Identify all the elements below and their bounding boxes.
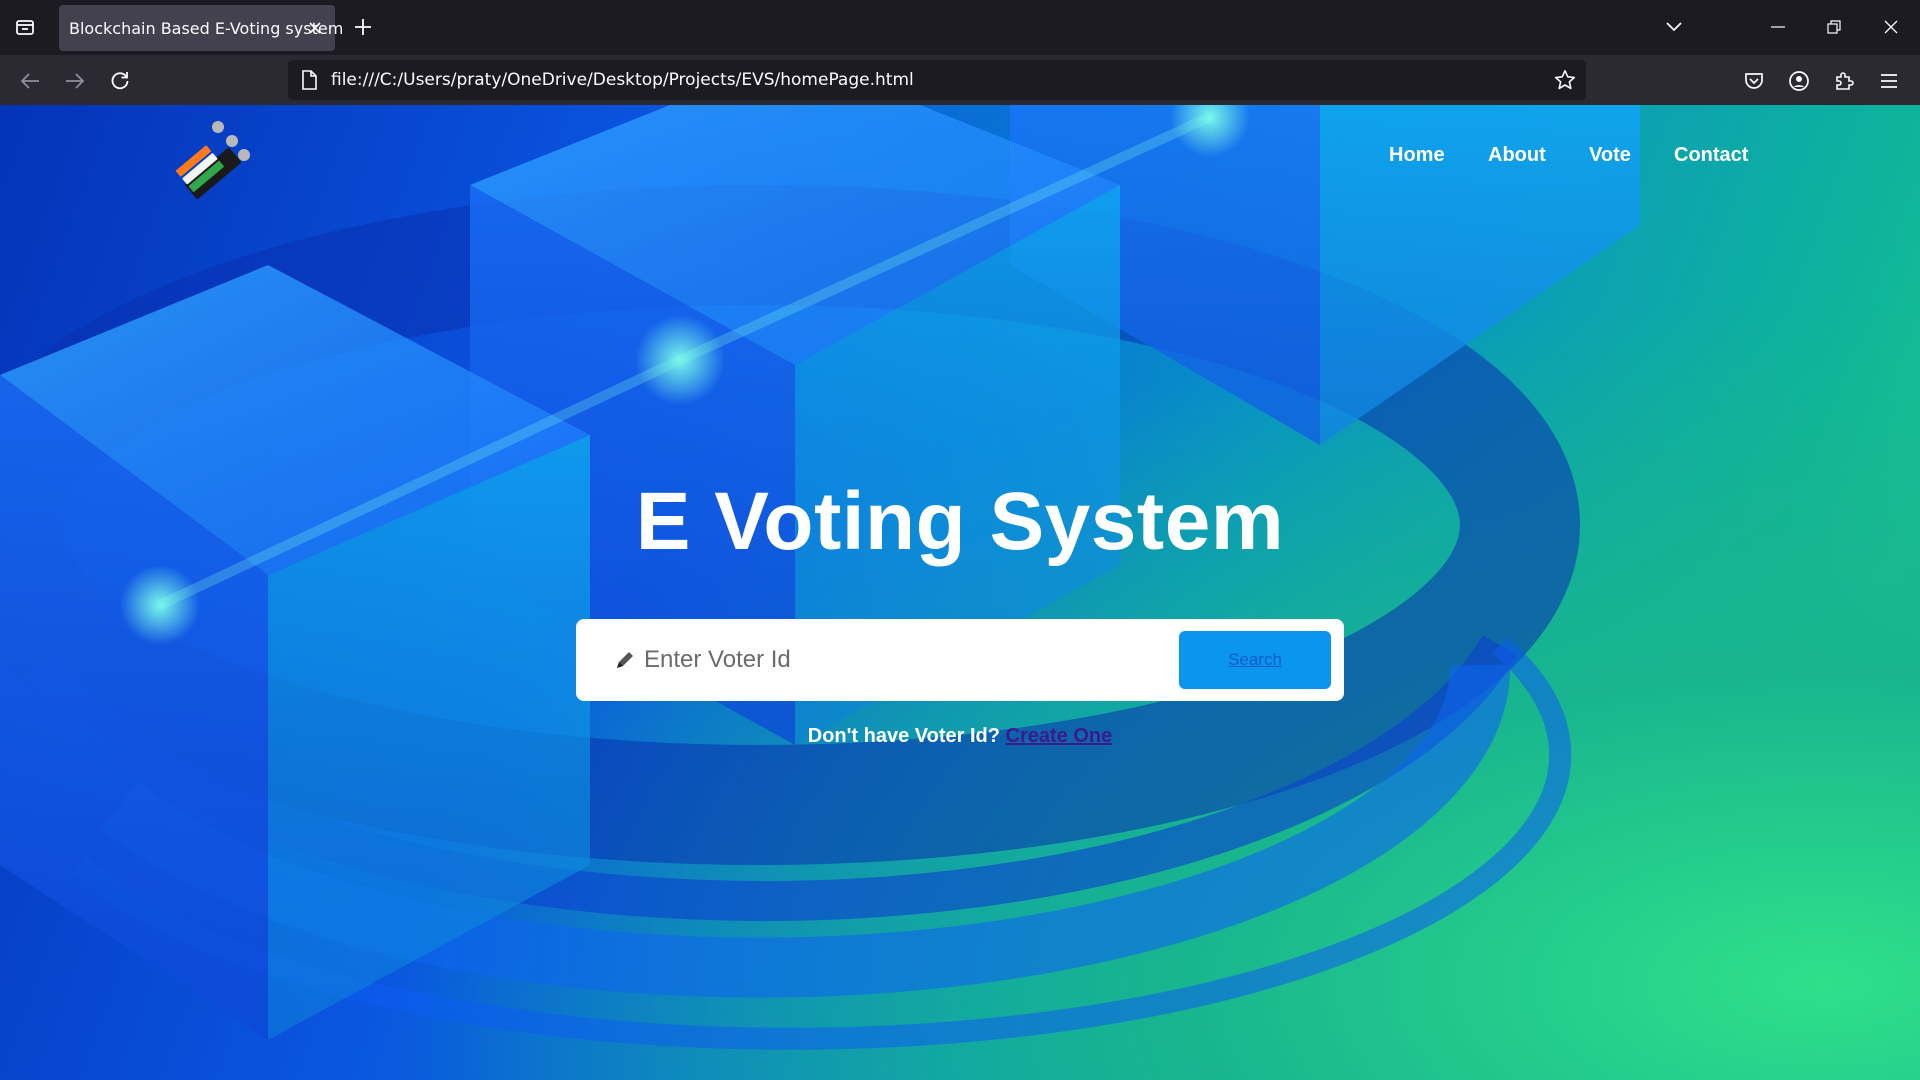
nav-vote-link[interactable]: Vote [1589,144,1631,167]
pencil-icon [617,652,633,668]
nav-contact-link[interactable]: Contact [1674,144,1748,167]
address-bar[interactable]: file:///C:/Users/praty/OneDrive/Desktop/… [288,60,1586,100]
minimize-icon[interactable] [1758,12,1798,42]
voter-id-input[interactable] [642,637,1142,683]
close-icon[interactable] [305,18,325,38]
signup-prompt: Don't have Voter Id? Create One [0,725,1920,748]
background-artwork [0,105,1640,1050]
create-voter-id-link[interactable]: Create One [1006,725,1113,747]
nav-about-link[interactable]: About [1488,144,1546,167]
tab-bar: Blockchain Based E-Voting system [0,0,1920,55]
active-tab[interactable]: Blockchain Based E-Voting system [59,5,343,51]
nav-home-link[interactable]: Home [1389,144,1445,167]
pocket-icon[interactable] [1738,65,1770,97]
forward-arrow-icon[interactable] [59,65,91,97]
search-button[interactable]: Search [1179,631,1331,689]
tab-title: Blockchain Based E-Voting system [69,18,344,38]
account-icon[interactable] [1783,65,1815,97]
voter-search-form: Search [576,619,1344,701]
page-content: Home About Vote Contact E Voting System … [0,105,1920,1080]
back-arrow-icon[interactable] [14,65,46,97]
page-title: E Voting System [635,476,1285,567]
navigation-toolbar: file:///C:/Users/praty/OneDrive/Desktop/… [0,55,1920,105]
ballot-logo-icon[interactable] [172,119,260,207]
page-icon [298,69,320,91]
window-close-icon[interactable] [1871,12,1911,42]
chevron-down-icon[interactable] [1658,12,1690,42]
tab-overview-icon[interactable] [10,12,40,42]
star-icon[interactable] [1552,67,1578,93]
signup-prompt-text: Don't have Voter Id? [807,725,1000,747]
reload-icon[interactable] [104,65,136,97]
plus-icon[interactable] [348,12,378,42]
url-text: file:///C:/Users/praty/OneDrive/Desktop/… [331,70,914,90]
restore-icon[interactable] [1814,12,1854,42]
hamburger-menu-icon[interactable] [1873,65,1905,97]
extensions-icon[interactable] [1828,65,1860,97]
